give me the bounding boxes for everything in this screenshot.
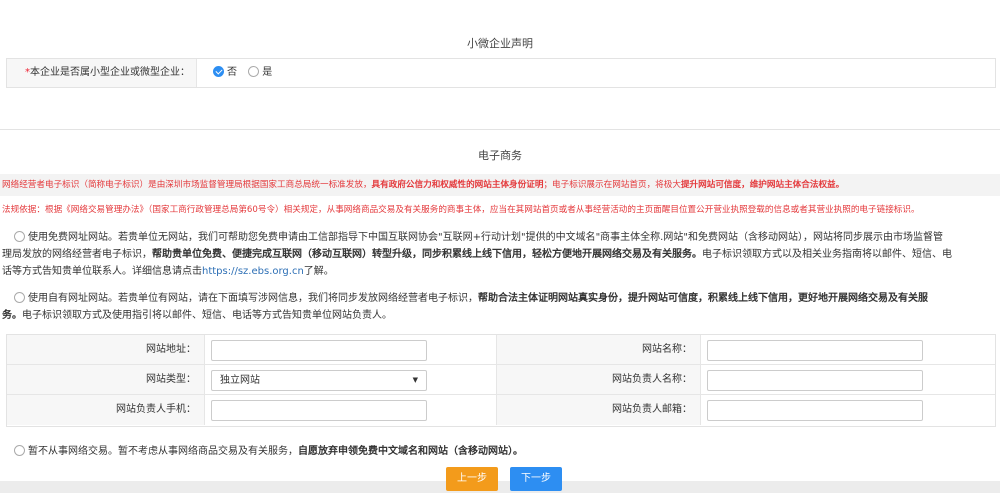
manager-name-cell (701, 365, 995, 395)
section-divider (0, 129, 1000, 130)
option-own-line1a: 使用自有网址网站。若贵单位有网站，请在下面填写涉网信息，我们将同步发放网络经营者… (28, 293, 478, 304)
ecommerce-section-title: 电子商务 (478, 149, 522, 162)
option-free-site: 使用免费网址网站。若贵单位无网站，我们可帮助您免费申请由工信部指导下中国互联网协… (0, 229, 998, 280)
radio-no[interactable] (213, 66, 224, 77)
radio-free-site[interactable] (14, 231, 25, 242)
micro-question-text: 本企业是否属小型企业或微型企业： (30, 67, 190, 78)
micro-section-title: 小微企业声明 (467, 37, 533, 50)
site-url-input[interactable] (211, 340, 427, 361)
site-type-label: 网站类型： (7, 365, 205, 395)
option-free-line2c: 电子标识领取方式以及相关业务指南将以邮件、短信、电 (702, 249, 952, 260)
radio-yes[interactable] (248, 66, 260, 77)
notice-legal-basis: 法规依据：根据《网络交易管理办法》（国家工商行政管理总局第60号令）相关规定，从… (0, 199, 1000, 221)
option-own-line2a: 务。 (2, 310, 22, 321)
notice1-text-c: ；电子标识展示在网站首页，将极大 (543, 180, 681, 190)
caret-down-icon: ▼ (412, 376, 418, 384)
manager-email-label: 网站负责人邮箱： (497, 395, 701, 425)
manager-name-label: 网站负责人名称： (497, 365, 701, 395)
manager-email-input[interactable] (707, 400, 923, 421)
notice-ebs-identity: 网络经营者电子标识（简称电子标识）是由深圳市场监督管理局根据国家工商总局统一标准… (0, 174, 1000, 196)
manager-phone-label: 网站负责人手机： (7, 395, 205, 425)
radio-no-label[interactable]: 否 (227, 67, 237, 78)
site-info-table: 网站地址： 网站名称： 网站类型： 独立网站 ▼ 网站负责人名称： 网站负责人手… (6, 334, 996, 427)
radio-own-site[interactable] (14, 292, 25, 303)
option-no-ecommerce: 暂不从事网络交易。暂不考虑从事网络商品交易及有关服务，自愿放弃申领免费中文域名和… (0, 443, 998, 460)
manager-name-input[interactable] (707, 370, 923, 391)
ebs-link[interactable]: https://sz.ebs.org.cn (202, 266, 304, 277)
option-free-line1: 使用免费网址网站。若贵单位无网站，我们可帮助您免费申请由工信部指导下中国互联网协… (28, 232, 943, 243)
site-type-value: 独立网站 (220, 375, 260, 386)
manager-phone-cell (205, 395, 497, 425)
site-type-select[interactable]: 独立网站 ▼ (211, 370, 427, 391)
notice1-text-a: 网络经营者电子标识（简称电子标识）是由深圳市场监督管理局根据国家工商总局统一标准… (2, 180, 372, 190)
site-name-input[interactable] (707, 340, 923, 361)
option-free-line2a: 理局发放的网络经营者电子标识， (2, 249, 152, 260)
option-none-text-b: 自愿放弃申领免费中文域名和网站（含移动网站）。 (298, 446, 523, 457)
site-url-label: 网站地址： (7, 335, 205, 365)
option-own-site: 使用自有网址网站。若贵单位有网站，请在下面填写涉网信息，我们将同步发放网络经营者… (0, 290, 998, 324)
site-name-cell (701, 335, 995, 365)
option-own-line2b: 电子标识领取方式及使用指引将以邮件、短信、电话等方式告知贵单位网站负责人。 (22, 310, 392, 321)
option-none-text-a: 暂不从事网络交易。暂不考虑从事网络商品交易及有关服务， (28, 446, 298, 457)
prev-step-button[interactable]: 上一步 (446, 467, 498, 491)
notice1-text-d: 提升网站可信度，维护网站主体合法权益。 (680, 180, 845, 190)
manager-email-cell (701, 395, 995, 425)
site-name-label: 网站名称： (497, 335, 701, 365)
site-url-cell (205, 335, 497, 365)
radio-no-ecommerce[interactable] (14, 445, 25, 456)
option-free-line3a: 话等方式告知贵单位联系人。详细信息请点击 (2, 266, 202, 277)
manager-phone-input[interactable] (211, 400, 427, 421)
footer-band (0, 481, 1000, 493)
notice1-text-b: 具有政府公信力和权威性的网站主体身份证明 (371, 180, 544, 190)
micro-radio-group: 否 是 (213, 59, 280, 87)
site-type-cell: 独立网站 ▼ (205, 365, 497, 395)
micro-enterprise-label: *本企业是否属小型企业或微型企业： (7, 59, 197, 87)
micro-enterprise-row: *本企业是否属小型企业或微型企业： 否 是 (6, 58, 996, 88)
radio-yes-label[interactable]: 是 (262, 67, 272, 78)
next-step-button[interactable]: 下一步 (510, 467, 562, 491)
option-free-line3b: 了解。 (303, 266, 334, 277)
option-own-line1b: 帮助合法主体证明网站真实身份，提升网站可信度，积累线上线下信用，更好地开展网络交… (478, 293, 928, 304)
option-free-line2b: 帮助贵单位免费、便捷完成互联网（移动互联网）转型升级，同步积累线上线下信用，轻松… (152, 249, 702, 260)
